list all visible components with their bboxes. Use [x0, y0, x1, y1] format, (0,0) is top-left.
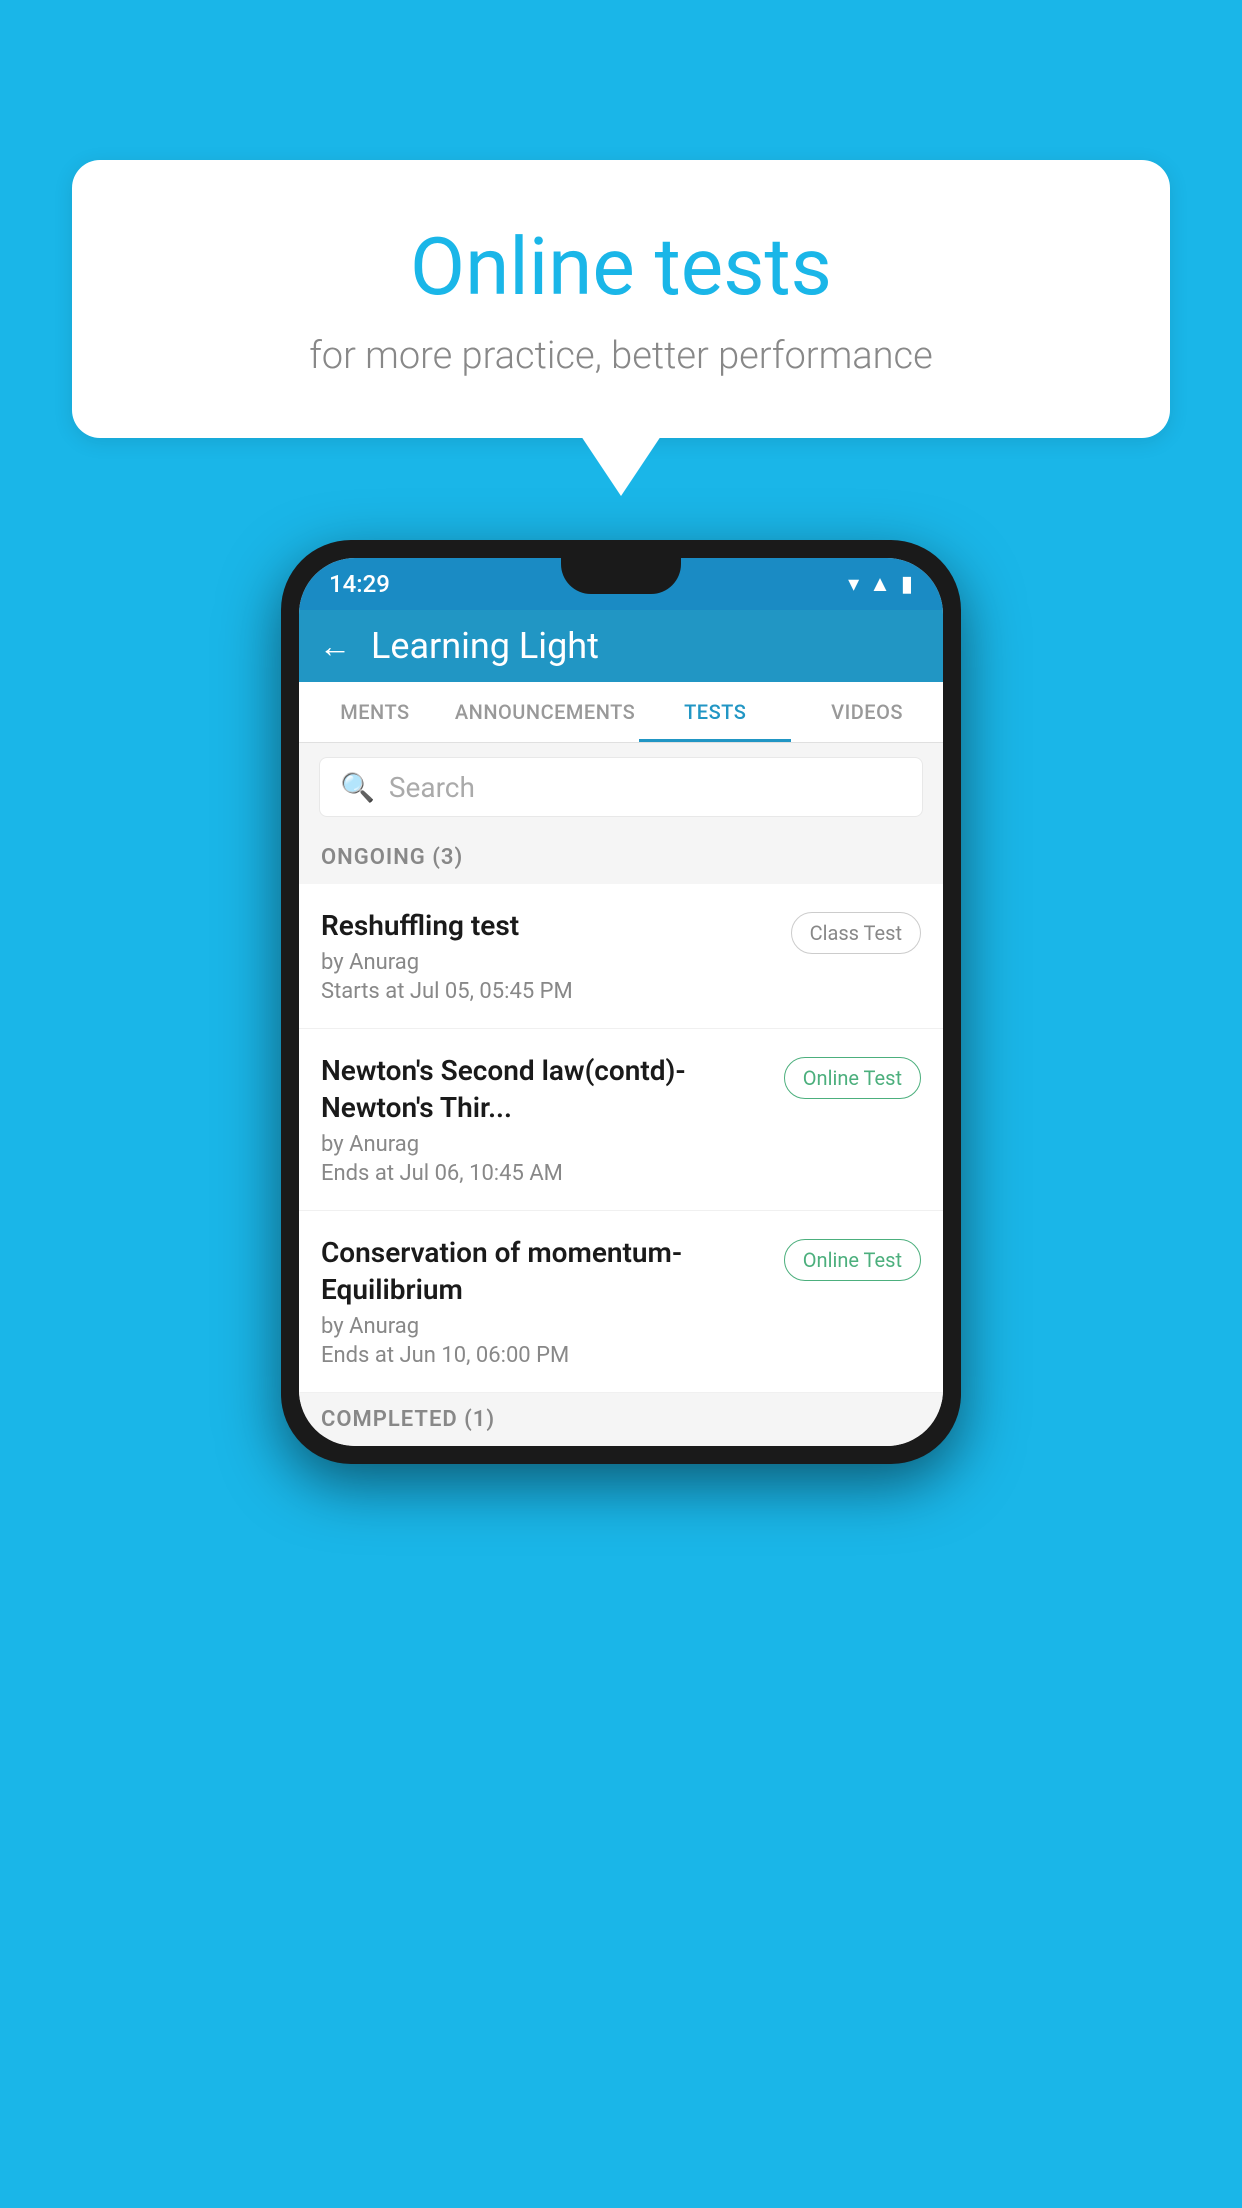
test-badge-newtons: Online Test: [784, 1057, 921, 1099]
tabs-bar: MENTS ANNOUNCEMENTS TESTS VIDEOS: [299, 682, 943, 743]
phone-screen: 14:29 ▾ ▲ ▮ ← Learning Light MENTS ANNOU…: [299, 558, 943, 1446]
wifi-icon: ▾: [848, 572, 859, 597]
speech-bubble-subtitle: for more practice, better performance: [152, 334, 1090, 378]
speech-bubble-box: Online tests for more practice, better p…: [72, 160, 1170, 438]
completed-label: COMPLETED (1): [321, 1407, 495, 1432]
test-info-reshuffling: Reshuffling test by Anurag Starts at Jul…: [321, 908, 791, 1004]
test-name-reshuffling: Reshuffling test: [321, 908, 775, 944]
phone-notch: [561, 558, 681, 594]
ongoing-section-header: ONGOING (3): [299, 831, 943, 884]
tab-videos[interactable]: VIDEOS: [791, 682, 943, 742]
speech-bubble-title: Online tests: [152, 220, 1090, 314]
search-icon: 🔍: [340, 771, 375, 804]
signal-icon: ▲: [869, 571, 891, 597]
tab-tests[interactable]: TESTS: [639, 682, 791, 742]
search-bar[interactable]: 🔍 Search: [319, 757, 923, 817]
test-item-reshuffling[interactable]: Reshuffling test by Anurag Starts at Jul…: [299, 884, 943, 1029]
test-date-newtons: Ends at Jul 06, 10:45 AM: [321, 1161, 768, 1186]
phone-frame: 14:29 ▾ ▲ ▮ ← Learning Light MENTS ANNOU…: [281, 540, 961, 1464]
tab-announcements[interactable]: ANNOUNCEMENTS: [451, 682, 639, 742]
app-title: Learning Light: [371, 625, 599, 667]
tests-list: Reshuffling test by Anurag Starts at Jul…: [299, 884, 943, 1393]
test-badge-conservation: Online Test: [784, 1239, 921, 1281]
test-name-conservation: Conservation of momentum-Equilibrium: [321, 1235, 768, 1308]
ongoing-label: ONGOING (3): [321, 845, 463, 870]
speech-bubble-arrow: [581, 436, 661, 496]
status-icons: ▾ ▲ ▮: [848, 571, 913, 597]
promo-speech-bubble: Online tests for more practice, better p…: [72, 160, 1170, 496]
test-item-conservation[interactable]: Conservation of momentum-Equilibrium by …: [299, 1211, 943, 1393]
test-badge-reshuffling: Class Test: [791, 912, 921, 954]
test-name-newtons: Newton's Second law(contd)-Newton's Thir…: [321, 1053, 768, 1126]
completed-section-header: COMPLETED (1): [299, 1393, 943, 1446]
test-item-newtons[interactable]: Newton's Second law(contd)-Newton's Thir…: [299, 1029, 943, 1211]
test-author-newtons: by Anurag: [321, 1132, 768, 1157]
status-time: 14:29: [329, 570, 390, 598]
search-container: 🔍 Search: [299, 743, 943, 831]
test-author-conservation: by Anurag: [321, 1314, 768, 1339]
test-info-newtons: Newton's Second law(contd)-Newton's Thir…: [321, 1053, 784, 1186]
app-bar: ← Learning Light: [299, 610, 943, 682]
test-info-conservation: Conservation of momentum-Equilibrium by …: [321, 1235, 784, 1368]
search-placeholder: Search: [389, 771, 475, 804]
test-author-reshuffling: by Anurag: [321, 950, 775, 975]
test-date-conservation: Ends at Jun 10, 06:00 PM: [321, 1343, 768, 1368]
tab-ments[interactable]: MENTS: [299, 682, 451, 742]
status-bar: 14:29 ▾ ▲ ▮: [299, 558, 943, 610]
phone-mockup: 14:29 ▾ ▲ ▮ ← Learning Light MENTS ANNOU…: [281, 540, 961, 1464]
test-date-reshuffling: Starts at Jul 05, 05:45 PM: [321, 979, 775, 1004]
back-button[interactable]: ←: [319, 627, 351, 665]
battery-icon: ▮: [901, 572, 913, 597]
